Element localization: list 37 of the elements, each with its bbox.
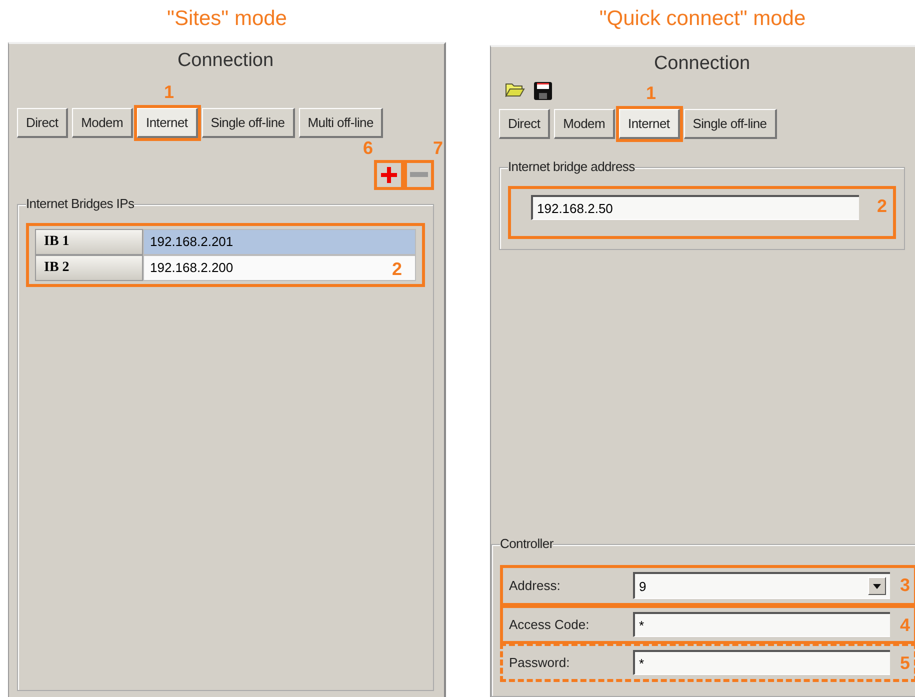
tab[interactable]: Single off-line: [202, 108, 295, 138]
group-title: Internet Bridges IPs: [26, 196, 134, 211]
field-label: Access Code:: [509, 617, 590, 632]
minus-icon: [410, 172, 428, 178]
input-field[interactable]: *: [633, 650, 890, 675]
callout-number: 6: [363, 139, 374, 157]
table-cell[interactable]: 192.168.2.201: [143, 229, 416, 255]
callout-number: 2: [876, 197, 887, 215]
group-title: Internet bridge address: [508, 159, 635, 174]
folder-icon[interactable]: [505, 81, 525, 97]
panel-title: Connection: [652, 53, 752, 75]
input-field[interactable]: *: [633, 612, 890, 637]
field-label: Password:: [509, 655, 571, 670]
callout-number: 1: [646, 84, 656, 102]
callout-number: 4: [900, 616, 910, 634]
address-field[interactable]: 192.168.2.50: [531, 195, 859, 220]
row-header[interactable]: IB 2: [35, 255, 143, 281]
callout-number: 7: [432, 139, 443, 157]
plus-icon: [380, 166, 398, 184]
tab[interactable]: Multi off-line: [298, 108, 384, 138]
save-icon[interactable]: [533, 81, 553, 101]
tab[interactable]: Direct: [17, 108, 68, 138]
callout-number: 2: [392, 260, 402, 278]
panel-title: Connection: [176, 50, 275, 72]
callout-number: 3: [900, 576, 910, 594]
callout-number: 5: [900, 654, 910, 672]
field-label: Address:: [509, 578, 562, 593]
callout-number: 1: [164, 83, 174, 101]
tab[interactable]: Modem: [554, 109, 616, 139]
tab[interactable]: Modem: [72, 108, 134, 138]
caption: "Sites" mode: [166, 6, 288, 32]
tab[interactable]: Single off-line: [684, 109, 777, 139]
group-title: Controller: [500, 536, 554, 551]
caption: "Quick connect" mode: [598, 6, 807, 32]
dropdown[interactable]: 9: [633, 572, 890, 599]
row-header[interactable]: IB 1: [35, 229, 143, 255]
tab[interactable]: Direct: [499, 109, 550, 139]
